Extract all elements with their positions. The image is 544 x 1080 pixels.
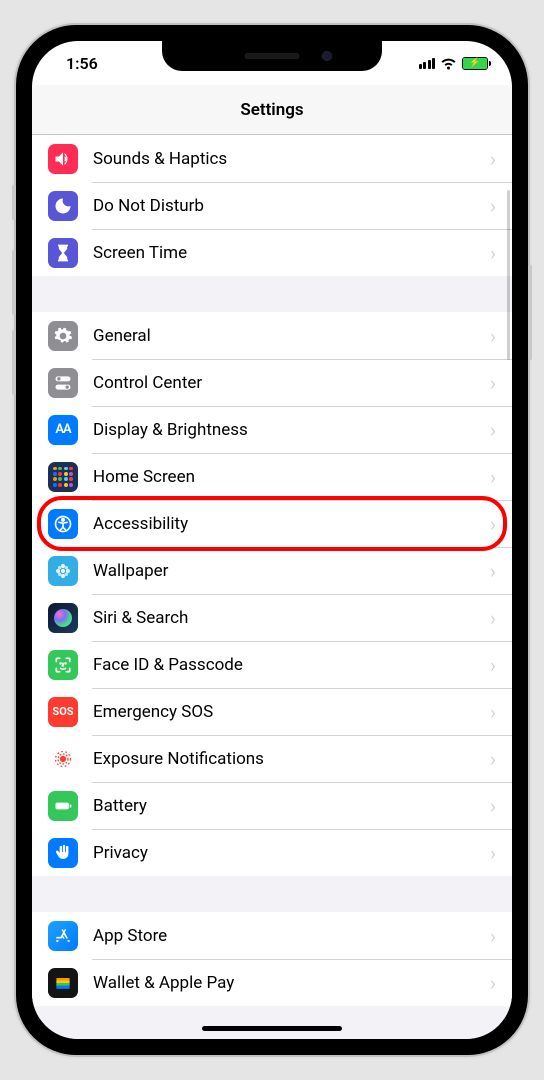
switch-icon: [48, 368, 78, 398]
power-button: [528, 265, 532, 360]
textsize-icon: AA: [48, 415, 78, 445]
chevron-right-icon: ›: [490, 794, 496, 818]
row-label: Screen Time: [93, 243, 490, 263]
settings-row-general[interactable]: General›: [32, 312, 512, 359]
settings-row-control-center[interactable]: Control Center›: [32, 359, 512, 406]
hourglass-icon: [48, 238, 78, 268]
mute-switch: [12, 185, 16, 220]
notch: [162, 41, 382, 71]
chevron-right-icon: ›: [490, 194, 496, 218]
apps-icon: [48, 462, 78, 492]
chevron-right-icon: ›: [490, 653, 496, 677]
cellular-signal-icon: [419, 58, 436, 69]
row-label: Control Center: [93, 373, 490, 393]
row-label: Wallet & Apple Pay: [93, 973, 490, 993]
battery-icon: [48, 791, 78, 821]
chevron-right-icon: ›: [490, 324, 496, 348]
chevron-right-icon: ›: [490, 371, 496, 395]
row-label: Sounds & Haptics: [93, 149, 490, 169]
status-time: 1:56: [66, 54, 98, 73]
row-label: Wallpaper: [93, 561, 490, 581]
chevron-right-icon: ›: [490, 971, 496, 995]
row-label: Home Screen: [93, 467, 490, 487]
volume-up: [12, 250, 16, 315]
row-label: Exposure Notifications: [93, 749, 490, 769]
row-label: Do Not Disturb: [93, 196, 490, 216]
home-indicator[interactable]: [202, 1026, 342, 1031]
settings-row-app-store[interactable]: App Store›: [32, 912, 512, 959]
moon-icon: [48, 191, 78, 221]
chevron-right-icon: ›: [490, 559, 496, 583]
settings-row-siri-search[interactable]: Siri & Search›: [32, 594, 512, 641]
settings-row-display-brightness[interactable]: AA Display & Brightness›: [32, 406, 512, 453]
chevron-right-icon: ›: [490, 512, 496, 536]
settings-row-wallpaper[interactable]: Wallpaper›: [32, 547, 512, 594]
settings-row-exposure-notifications[interactable]: Exposure Notifications›: [32, 735, 512, 782]
row-label: App Store: [93, 926, 490, 946]
phone-frame: 1:56 ⚡ Settings Sounds & Haptics›Do Not …: [16, 25, 528, 1055]
row-label: Emergency SOS: [93, 702, 490, 722]
gear-icon: [48, 321, 78, 351]
speaker-icon: [48, 144, 78, 174]
wifi-icon: [440, 57, 457, 70]
scrollbar-indicator: [507, 190, 510, 360]
settings-row-do-not-disturb[interactable]: Do Not Disturb›: [32, 182, 512, 229]
chevron-right-icon: ›: [490, 418, 496, 442]
exposure-icon: [48, 744, 78, 774]
appstore-icon: [48, 921, 78, 951]
nav-header: Settings: [32, 85, 512, 135]
row-label: General: [93, 326, 490, 346]
settings-row-accessibility[interactable]: Accessibility›: [32, 500, 512, 547]
chevron-right-icon: ›: [490, 747, 496, 771]
battery-icon: ⚡: [462, 57, 488, 70]
settings-row-home-screen[interactable]: Home Screen›: [32, 453, 512, 500]
row-label: Battery: [93, 796, 490, 816]
row-label: Accessibility: [93, 514, 490, 534]
settings-list[interactable]: Sounds & Haptics›Do Not Disturb›Screen T…: [32, 135, 512, 1039]
chevron-right-icon: ›: [490, 147, 496, 171]
row-label: Privacy: [93, 843, 490, 863]
settings-row-screen-time[interactable]: Screen Time›: [32, 229, 512, 276]
chevron-right-icon: ›: [490, 700, 496, 724]
chevron-right-icon: ›: [490, 465, 496, 489]
row-label: Face ID & Passcode: [93, 655, 490, 675]
chevron-right-icon: ›: [490, 241, 496, 265]
settings-row-privacy[interactable]: Privacy›: [32, 829, 512, 876]
hand-icon: [48, 838, 78, 868]
volume-down: [12, 330, 16, 395]
accessibility-icon: [48, 509, 78, 539]
flower-icon: [48, 556, 78, 586]
siri-icon: [48, 603, 78, 633]
faceid-icon: [48, 650, 78, 680]
chevron-right-icon: ›: [490, 841, 496, 865]
page-title: Settings: [240, 100, 303, 120]
wallet-icon: [48, 968, 78, 998]
chevron-right-icon: ›: [490, 924, 496, 948]
settings-row-emergency-sos[interactable]: SOS Emergency SOS›: [32, 688, 512, 735]
settings-row-wallet[interactable]: Wallet & Apple Pay›: [32, 959, 512, 1006]
settings-row-face-id[interactable]: Face ID & Passcode›: [32, 641, 512, 688]
settings-row-sounds-haptics[interactable]: Sounds & Haptics›: [32, 135, 512, 182]
sos-icon: SOS: [48, 697, 78, 727]
screen: 1:56 ⚡ Settings Sounds & Haptics›Do Not …: [32, 41, 512, 1039]
row-label: Display & Brightness: [93, 420, 490, 440]
chevron-right-icon: ›: [490, 606, 496, 630]
status-indicators: ⚡: [419, 57, 489, 70]
row-label: Siri & Search: [93, 608, 490, 628]
settings-row-battery[interactable]: Battery›: [32, 782, 512, 829]
